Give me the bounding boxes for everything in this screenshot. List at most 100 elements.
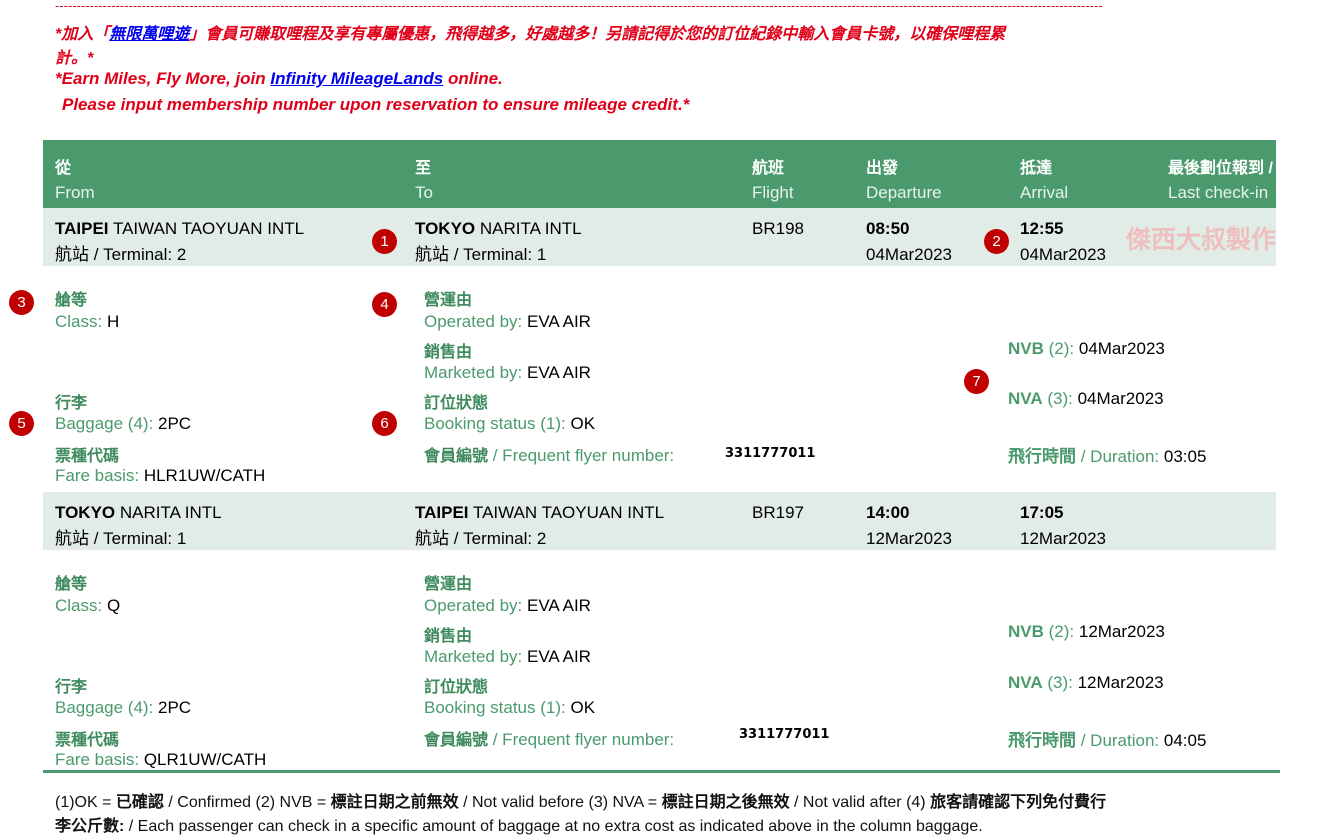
annotation-badge-7: 7 (964, 369, 989, 394)
seg2-booking: Booking status (1): OK (424, 698, 595, 718)
seg1-departure: 08:50 04Mar2023 (866, 216, 952, 268)
seg2-marketed-label-zh: 銷售由 (424, 628, 473, 645)
seg2-fare-value: QLR1UW/CATH (143, 750, 267, 769)
seg2-operated: Operated by: EVA AIR (424, 596, 591, 616)
header-checkin: 最後劃位報到 / Last check-in (1168, 157, 1273, 205)
seg2-baggage-label-en: Baggage (4): (55, 698, 159, 717)
header-departure: 出發 Departure (866, 157, 942, 205)
seg1-from-terminal-label: 航站 / Terminal: (55, 245, 177, 264)
seg2-duration-value: 04:05 (1163, 731, 1207, 750)
seg1-to: TOKYO NARITA INTL 航站 / Terminal: 1 (415, 216, 582, 268)
seg1-ffn-label-zh: 會員編號 (424, 448, 489, 465)
header-from: 從 From (55, 157, 95, 205)
promo-zh-line1: *加入「無限萬哩遊」會員可賺取哩程及享有專屬優惠，飛得越多，好處越多！另請記得於… (55, 20, 1005, 44)
seg1-nvb-abbr: NVB (1008, 339, 1044, 358)
seg2-ffn-label: 會員編號 / Frequent flyer number: (424, 726, 674, 750)
header-departure-en: Departure (866, 183, 942, 202)
seg1-from-airport: TAIWAN TAOYUAN INTL (108, 219, 305, 238)
segment-row-1: TAIPEI TAIWAN TAOYUAN INTL 航站 / Terminal:… (43, 208, 1276, 266)
seg2-baggage-value: 2PC (158, 698, 192, 717)
annotation-badge-1: 1 (372, 229, 397, 254)
seg2-from-terminal: 1 (176, 529, 187, 548)
seg2-to: TAIPEI TAIWAN TAOYUAN INTL 航站 / Terminal:… (415, 500, 664, 552)
seg1-marketed-value: EVA AIR (527, 363, 591, 382)
footnote-p5: / Each passenger can check in a specific… (124, 818, 983, 835)
seg1-marketed: Marketed by: EVA AIR (424, 363, 591, 383)
seg2-dep-date: 12Mar2023 (866, 529, 953, 548)
seg2-fare-label-en: Fare basis: (55, 750, 144, 769)
seg1-class-value: H (106, 312, 120, 331)
promo-en-pre: *Earn Miles, Fly More, join (55, 69, 271, 88)
seg2-booking-label-en: Booking status (1): (424, 698, 571, 717)
header-checkin-en: Last check-in (1168, 183, 1269, 202)
seg2-to-terminal: 2 (536, 529, 547, 548)
header-checkin-zh: 最後劃位報到 / (1168, 160, 1273, 177)
seg1-marketed-label-zh: 銷售由 (424, 344, 473, 361)
annotation-badge-2: 2 (984, 229, 1009, 254)
seg1-booking: Booking status (1): OK (424, 414, 595, 434)
seg2-departure: 14:00 12Mar2023 (866, 500, 952, 552)
footnote-line2: 李公斤數: / Each passenger can check in a sp… (55, 812, 983, 836)
header-arrival: 抵達 Arrival (1020, 157, 1068, 205)
annotation-badge-4: 4 (372, 292, 397, 317)
seg2-from-city: TOKYO (55, 503, 116, 522)
seg2-arrival: 17:05 12Mar2023 (1020, 500, 1106, 552)
seg1-nvb: NVB (2): 04Mar2023 (1008, 339, 1165, 359)
footnote-b3: 標註日期之後無效 (661, 794, 790, 811)
seg1-ffn-label-en: / Frequent flyer number: (488, 446, 675, 465)
seg2-ffn-label-en: / Frequent flyer number: (488, 730, 675, 749)
seg2-nva-abbr: NVA (1008, 673, 1043, 692)
seg2-baggage-label-zh: 行李 (55, 679, 88, 696)
promo-en-line1: *Earn Miles, Fly More, join Infinity Mil… (55, 69, 503, 89)
seg1-nvb-value: 04Mar2023 (1078, 339, 1165, 358)
header-from-zh: 從 (55, 160, 72, 177)
seg1-baggage-value: 2PC (158, 414, 192, 433)
footer-divider (43, 770, 1280, 773)
seg2-nva: NVA (3): 12Mar2023 (1008, 673, 1164, 693)
seg2-class: Class: Q (55, 596, 120, 616)
mileagelands-link-zh[interactable]: 無限萬哩遊 (109, 26, 189, 43)
header-flight: 航班 Flight (752, 157, 794, 205)
seg2-operated-label-en: Operated by: (424, 596, 528, 615)
segment-row-2: TOKYO NARITA INTL 航站 / Terminal: 1 TAIPEI… (43, 492, 1276, 550)
header-arrival-en: Arrival (1020, 183, 1069, 202)
seg1-flight: BR198 (752, 219, 804, 238)
seg1-booking-label-zh: 訂位狀態 (424, 395, 489, 412)
footnote-p2: / Confirmed (2) NVB = (163, 794, 331, 811)
seg2-nva-value: 12Mar2023 (1077, 673, 1164, 692)
seg2-from-airport: NARITA INTL (115, 503, 222, 522)
seg1-fare-label-zh: 票種代碼 (55, 448, 120, 465)
seg1-class-label-zh: 艙等 (55, 292, 88, 309)
seg1-to-airport: NARITA INTL (475, 219, 582, 238)
seg2-to-city: TAIPEI (415, 503, 469, 522)
seg1-operated: Operated by: EVA AIR (424, 312, 591, 332)
seg1-marketed-label-en: Marketed by: (424, 363, 527, 382)
annotation-badge-3: 3 (9, 290, 34, 315)
annotation-badge-6: 6 (372, 411, 397, 436)
seg1-to-city: TOKYO (415, 219, 476, 238)
seg1-ffn-value: 3311777011 (725, 446, 816, 461)
mileagelands-link-en[interactable]: Infinity MileageLands (270, 69, 443, 88)
seg1-from-terminal: 2 (176, 245, 187, 264)
seg2-duration-label-en: / Duration: (1076, 731, 1164, 750)
seg1-arrival: 12:55 04Mar2023 (1020, 216, 1106, 268)
footnote-b2: 標註日期之前無效 (330, 794, 459, 811)
top-dashed-rule: ----------------------------------------… (55, 0, 1103, 12)
footnote-p3: / Not valid before (3) NVA = (458, 794, 662, 811)
itinerary-header: 從 From 至 To 航班 Flight 出發 Departure 抵達 Arrival… (43, 140, 1276, 208)
seg1-baggage-label-zh: 行李 (55, 395, 88, 412)
seg2-duration-label-zh: 飛行時間 (1008, 731, 1076, 750)
seg2-flight: BR197 (752, 503, 804, 522)
seg1-duration: 飛行時間 / Duration: 03:05 (1008, 442, 1206, 467)
seg1-operated-label-zh: 營運由 (424, 292, 473, 309)
seg2-dep-time: 14:00 (866, 503, 910, 522)
seg1-nva: NVA (3): 04Mar2023 (1008, 389, 1164, 409)
seg1-nva-abbr: NVA (1008, 389, 1043, 408)
seg2-to-terminal-label: 航站 / Terminal: (415, 529, 537, 548)
header-flight-zh: 航班 (752, 160, 785, 177)
promo-zh-pre: *加入「 (55, 26, 110, 43)
seg1-to-terminal: 1 (536, 245, 547, 264)
seg1-duration-label-en: / Duration: (1076, 447, 1164, 466)
seg2-marketed-value: EVA AIR (527, 647, 591, 666)
author-watermark: 傑西大叔製作 (1126, 225, 1277, 254)
